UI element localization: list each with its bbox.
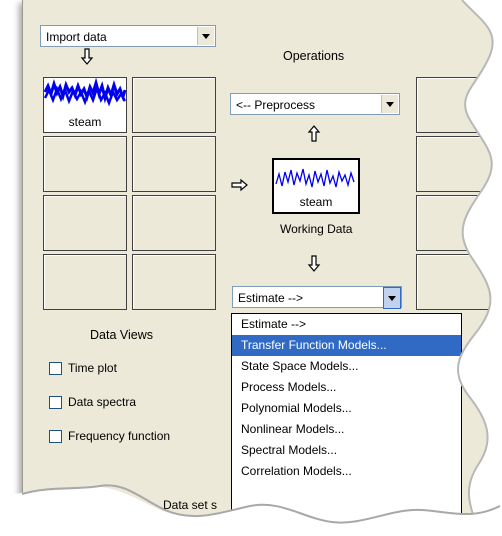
down-arrow-icon [80,48,94,65]
time-plot-label: Time plot [68,361,117,375]
up-arrow-icon [307,125,321,142]
import-data-dropdown[interactable]: Import data [40,25,216,47]
estimate-option[interactable]: Polynomial Models... [232,398,461,419]
model-board-slot-3[interactable] [416,195,500,251]
estimate-value: Estimate --> [238,291,304,305]
data-board-slot-8[interactable] [132,254,216,310]
working-data-name: steam [299,195,333,209]
import-data-value: Import data [46,30,107,44]
data-board-slot-2[interactable] [132,77,216,133]
model-board-slot-2[interactable] [416,136,500,192]
working-data-signal-plot [275,168,355,188]
estimate-options-list[interactable]: Estimate --> Transfer Function Models...… [231,313,462,525]
estimate-option-selected[interactable]: Transfer Function Models... [232,335,461,356]
data-board-slot-4[interactable] [132,136,216,192]
down-arrow-icon [307,255,321,272]
data-board-slot-5[interactable] [43,195,127,251]
frequency-function-checkbox[interactable] [49,430,62,443]
data-views-heading: Data Views [90,328,153,342]
chevron-down-icon[interactable] [383,287,401,309]
preprocess-value: <-- Preprocess [236,98,316,112]
estimate-option[interactable]: Estimate --> [232,314,461,335]
right-arrow-icon [231,178,248,192]
data-board-slot-7[interactable] [43,254,127,310]
time-plot-checkbox[interactable] [49,362,62,375]
working-data-board[interactable]: steam [272,158,360,214]
estimate-option[interactable]: Nonlinear Models... [232,419,461,440]
model-board-slot-1[interactable] [416,77,500,133]
data-spectra-checkbox[interactable] [49,396,62,409]
estimate-option[interactable]: Process Models... [232,377,461,398]
estimate-dropdown[interactable]: Estimate --> [232,286,402,309]
estimate-option[interactable]: Correlation Models... [232,461,461,482]
data-board-slot-6[interactable] [132,195,216,251]
operations-heading: Operations [283,49,345,63]
chevron-down-icon[interactable] [381,95,398,113]
steam-signal-plot [44,78,126,107]
working-data-caption: Working Data [280,222,353,236]
dataset-label-partial: Data set s [163,498,218,512]
estimate-option[interactable]: State Space Models... [232,356,461,377]
preprocess-dropdown[interactable]: <-- Preprocess [230,93,400,115]
chevron-down-icon[interactable] [197,27,214,45]
frequency-function-label: Frequency function [68,429,171,443]
estimate-option[interactable]: Spectral Models... [232,440,461,461]
data-board-slot-1[interactable]: steam [43,77,127,133]
data-board-slot-3[interactable] [43,136,127,192]
data-board-slot-1-label: steam [68,115,102,129]
model-board-slot-4[interactable] [416,254,500,310]
data-spectra-label: Data spectra [68,395,137,409]
